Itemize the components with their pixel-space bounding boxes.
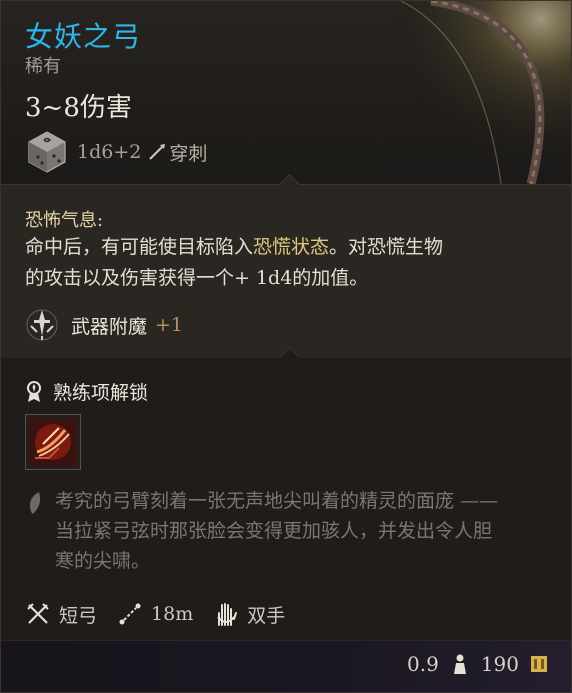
weapon-type: 短弓 xyxy=(59,604,98,627)
weapon-properties-row: 短弓 18m 双手 xyxy=(25,597,305,631)
proficiency-icon xyxy=(27,380,41,402)
tooltip-footer: 0.9 190 xyxy=(1,640,571,692)
sword-enchant-icon xyxy=(26,309,58,341)
passive-section: 恐怖气息: 命中后，有可能使目标陷入恐慌状态。对恐慌生物 的攻击以及伤害获得一个… xyxy=(1,173,571,358)
item-name: 女妖之弓 xyxy=(25,20,142,53)
passive-text-before: 命中后，有可能使目标陷入 xyxy=(25,236,254,258)
item-rarity: 稀有 xyxy=(25,56,61,77)
passive-text-after: 。对恐慌生物 xyxy=(329,236,444,258)
lore-text: 考究的弓臂刻着一张无声地尖叫着的精灵的面庞 —— 当拉紧弓弦时那张脸会变得更加骇… xyxy=(55,486,535,576)
two-hands-icon xyxy=(217,603,238,626)
bow-icon xyxy=(371,1,571,184)
item-value: 190 xyxy=(480,652,519,676)
damage-dice: 1d6+2 xyxy=(77,141,142,163)
piercing-icon xyxy=(149,144,166,160)
lore-line: 当拉紧弓弦时那张脸会变得更加骇人，并发出令人胆 xyxy=(55,520,493,542)
weapon-handedness: 双手 xyxy=(247,604,286,627)
gold-icon xyxy=(531,656,547,672)
tooltip-header: 女妖之弓 稀有 3~8伤害 1d6+2 穿刺 xyxy=(1,1,571,184)
damage-range: 3~8伤害 xyxy=(25,93,132,123)
weight-icon xyxy=(453,654,466,674)
item-weight: 0.9 xyxy=(407,652,439,676)
skill-icon[interactable] xyxy=(25,414,81,470)
proficiency-label: 熟练项解锁 xyxy=(53,382,149,404)
item-tooltip: 女妖之弓 稀有 3~8伤害 1d6+2 穿刺 恐怖气息: 命中后，有可能使目标陷… xyxy=(0,0,572,693)
enchantment-value: +1 xyxy=(155,314,184,336)
damage-type: 穿刺 xyxy=(169,142,208,165)
range-icon xyxy=(119,603,141,625)
enchantment-label: 武器附魔 xyxy=(71,315,148,338)
crossed-swords-icon xyxy=(27,603,49,624)
weapon-range: 18m xyxy=(151,603,194,625)
enchantment-row: 武器附魔 +1 xyxy=(25,307,183,343)
passive-title: 恐怖气息: xyxy=(25,210,104,231)
passive-keyword[interactable]: 恐慌状态 xyxy=(253,236,329,258)
lore-row: 考究的弓臂刻着一张无声地尖叫着的精灵的面庞 —— 当拉紧弓弦时那张脸会变得更加骇… xyxy=(25,486,535,576)
lore-line: 寒的尖啸。 xyxy=(55,550,151,572)
details-section: 熟练项解锁 考究的弓臂刻着一张无声地尖叫着的精灵的面庞 —— 当拉紧弓弦时那张脸… xyxy=(1,346,571,643)
dice-icon xyxy=(28,131,66,173)
proficiency-row: 熟练项解锁 xyxy=(25,378,148,405)
passive-description: 命中后，有可能使目标陷入恐慌状态。对恐慌生物 的攻击以及伤害获得一个+ 1d4的… xyxy=(25,232,505,294)
lore-line: 考究的弓臂刻着一张无声地尖叫着的精灵的面庞 —— xyxy=(55,490,499,512)
skill-art-icon xyxy=(29,418,77,466)
footer-stats: 0.9 190 xyxy=(407,652,549,676)
passive-text-line2: 的攻击以及伤害获得一个+ 1d4的加值。 xyxy=(25,267,369,289)
feather-icon xyxy=(30,492,41,514)
damage-dice-row: 1d6+2 穿刺 xyxy=(25,130,207,174)
